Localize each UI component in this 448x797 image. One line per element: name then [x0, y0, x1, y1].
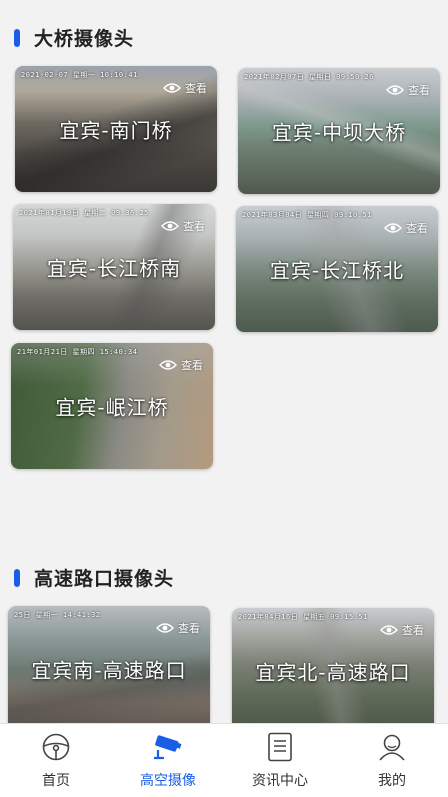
- tab-profile[interactable]: 我的: [336, 724, 448, 797]
- tab-home[interactable]: 首页: [0, 724, 112, 797]
- tab-label: 我的: [378, 773, 406, 789]
- view-button[interactable]: 查看: [380, 622, 424, 638]
- view-label: 查看: [402, 624, 424, 637]
- camera-name: 宜宾-岷江桥: [55, 395, 169, 420]
- camera-timestamp: 21年01月21日 星期四 15:40:34: [17, 348, 138, 356]
- view-button[interactable]: 查看: [384, 220, 428, 236]
- camera-timestamp: 2021年02月07日 星期日 09:50:26: [244, 73, 374, 81]
- view-label: 查看: [183, 220, 205, 233]
- view-label: 查看: [181, 359, 203, 372]
- eye-icon: [156, 623, 174, 633]
- camera-card-changjiang-bridge-north[interactable]: 2021年03月04日 星期四 09:10:51 查看 宜宾-长江桥北: [236, 206, 438, 332]
- eye-icon: [386, 85, 404, 95]
- camera-card-zhongba-bridge[interactable]: 2021年02月07日 星期日 09:50:26 查看 宜宾-中坝大桥: [238, 68, 440, 194]
- tab-label: 首页: [42, 773, 70, 789]
- bottom-tab-bar: 首页 高空摄像 资讯中心 我的: [0, 723, 448, 797]
- document-icon: [263, 730, 297, 764]
- camera-timestamp: 2021年04月16日 星期五 09:15:51: [238, 613, 368, 621]
- eye-icon: [159, 360, 177, 370]
- view-label: 查看: [178, 622, 200, 635]
- eye-icon: [380, 625, 398, 635]
- camera-name: 宜宾北-高速路口: [255, 660, 411, 685]
- cctv-camera-icon: [151, 730, 185, 764]
- section-title: 大桥摄像头: [34, 28, 135, 50]
- view-label: 查看: [185, 82, 207, 95]
- view-button[interactable]: 查看: [386, 82, 430, 98]
- view-button[interactable]: 查看: [159, 357, 203, 373]
- camera-timestamp: 2021年03月04日 星期四 09:10:51: [242, 211, 372, 219]
- camera-name: 宜宾南-高速路口: [31, 658, 187, 683]
- view-label: 查看: [408, 84, 430, 97]
- view-label: 查看: [406, 222, 428, 235]
- view-button[interactable]: 查看: [156, 620, 200, 636]
- camera-name: 宜宾-中坝大桥: [271, 120, 407, 145]
- section-accent-bar: [14, 568, 20, 587]
- eye-icon: [384, 223, 402, 233]
- section-header-bridges: 大桥摄像头: [14, 24, 134, 51]
- camera-name: 宜宾-南门桥: [59, 118, 173, 143]
- section-header-highway: 高速路口摄像头: [14, 564, 174, 591]
- section-title: 高速路口摄像头: [34, 568, 175, 590]
- camera-timestamp: 25日 星期一 14:41:32: [14, 611, 101, 619]
- camera-timestamp: 2021年01月19日 星期二 09:36:25: [19, 209, 149, 217]
- camera-card-nanmen-bridge[interactable]: 2021-02-07 星期一 10:10:41 查看 宜宾-南门桥: [15, 66, 217, 192]
- eye-icon: [163, 83, 181, 93]
- section-accent-bar: [14, 28, 20, 47]
- tab-label: 高空摄像: [140, 773, 196, 789]
- camera-card-minjiang-bridge[interactable]: 21年01月21日 星期四 15:40:34 查看 宜宾-岷江桥: [11, 343, 213, 469]
- camera-name: 宜宾-长江桥北: [269, 258, 405, 283]
- view-button[interactable]: 查看: [163, 80, 207, 96]
- user-icon: [375, 730, 409, 764]
- camera-timestamp: 2021-02-07 星期一 10:10:41: [21, 71, 138, 79]
- camera-card-changjiang-bridge-south[interactable]: 2021年01月19日 星期二 09:36:25 查看 宜宾-长江桥南: [13, 204, 215, 330]
- camera-card-yibin-north-highway[interactable]: 2021年04月16日 星期五 09:15:51 查看 宜宾北-高速路口: [232, 608, 434, 734]
- tab-news-center[interactable]: 资讯中心: [224, 724, 336, 797]
- camera-name: 宜宾-长江桥南: [46, 256, 182, 281]
- steering-wheel-icon: [39, 730, 73, 764]
- camera-card-yibin-south-highway[interactable]: 25日 星期一 14:41:32 查看 宜宾南-高速路口: [8, 606, 210, 732]
- tab-aerial-camera[interactable]: 高空摄像: [112, 724, 224, 797]
- view-button[interactable]: 查看: [161, 218, 205, 234]
- tab-label: 资讯中心: [252, 773, 308, 789]
- eye-icon: [161, 221, 179, 231]
